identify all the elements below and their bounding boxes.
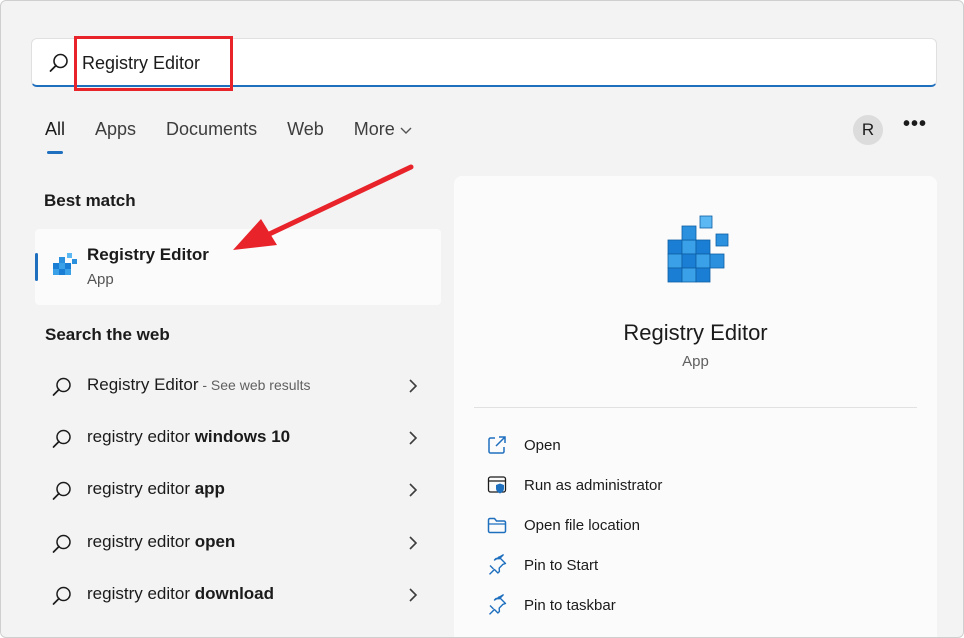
open-external-icon [488, 436, 506, 454]
web-result-bold: open [194, 532, 236, 551]
open-file-location-action[interactable]: Open file location [486, 510, 640, 540]
more-options-icon: ••• [903, 113, 928, 135]
web-result-text: registry editor [87, 584, 195, 603]
web-result-item[interactable]: registry editor windows 10 [35, 416, 441, 460]
selection-indicator [35, 253, 38, 281]
web-result-item[interactable]: Registry Editor - See web results [35, 364, 441, 408]
avatar-initial: R [861, 120, 875, 139]
web-result-bold: download [194, 584, 275, 603]
pin-to-start-action[interactable]: Pin to Start [486, 550, 598, 580]
chevron-right-icon [409, 379, 418, 393]
tab-all[interactable]: All [45, 119, 65, 154]
detail-pane: Registry Editor App Open Run as administ… [454, 176, 937, 637]
best-match-type: App [87, 271, 114, 288]
web-result-text: registry editor [87, 479, 195, 498]
shield-icon [487, 476, 507, 494]
avatar[interactable]: R [853, 115, 883, 145]
pin-icon [489, 554, 507, 575]
registry-cubes-icon [53, 253, 77, 275]
tab-more-label: More [353, 119, 395, 139]
chevron-down-icon [400, 127, 412, 135]
pin-to-taskbar-label: Pin to taskbar [524, 596, 616, 614]
run-as-admin-label: Run as administrator [524, 476, 663, 494]
web-result-item[interactable]: registry editor app [35, 468, 441, 512]
web-result-item[interactable]: registry editor open [35, 521, 441, 565]
pin-icon [489, 594, 507, 615]
web-result-item[interactable]: registry editor download [35, 573, 441, 617]
search-window: All Apps Documents Web More R ••• Best m… [0, 0, 964, 638]
chevron-right-icon [409, 588, 418, 602]
web-result-suffix: - See web results [198, 377, 311, 393]
search-icon [52, 429, 71, 448]
chevron-right-icon [409, 483, 418, 497]
run-as-admin-action[interactable]: Run as administrator [486, 470, 662, 500]
tab-apps[interactable]: Apps [95, 119, 136, 140]
web-result-text: Registry Editor [87, 375, 199, 394]
search-web-heading: Search the web [45, 325, 170, 344]
web-result-text: registry editor [87, 427, 195, 446]
pin-to-taskbar-action[interactable]: Pin to taskbar [486, 590, 616, 620]
open-action-label: Open [524, 436, 561, 454]
folder-icon [487, 517, 507, 534]
chevron-right-icon [409, 536, 418, 550]
filter-tabs: All Apps Documents Web More [45, 119, 442, 154]
search-icon [52, 377, 71, 396]
web-result-bold: windows 10 [194, 427, 291, 446]
search-icon [52, 481, 71, 500]
search-icon [52, 534, 71, 553]
tab-web[interactable]: Web [287, 119, 324, 140]
best-match-item[interactable]: Registry Editor App [35, 229, 441, 305]
search-icon [52, 586, 71, 605]
web-result-bold: app [194, 479, 225, 498]
open-file-location-label: Open file location [524, 516, 640, 534]
pin-to-start-label: Pin to Start [524, 556, 599, 574]
web-result-text: registry editor [87, 532, 195, 551]
best-match-name: Registry Editor [87, 245, 209, 264]
registry-cubes-icon [667, 215, 729, 283]
detail-subtitle: App [682, 353, 709, 370]
chevron-right-icon [409, 431, 418, 445]
search-icon [49, 53, 68, 72]
tab-documents[interactable]: Documents [166, 119, 257, 140]
annotation-highlight-box [74, 36, 233, 91]
divider [474, 407, 917, 408]
best-match-heading: Best match [44, 191, 136, 210]
tab-more[interactable]: More [354, 119, 412, 140]
more-options-button[interactable]: ••• [903, 113, 927, 143]
detail-title: Registry Editor [623, 320, 768, 345]
open-action[interactable]: Open [486, 430, 561, 460]
